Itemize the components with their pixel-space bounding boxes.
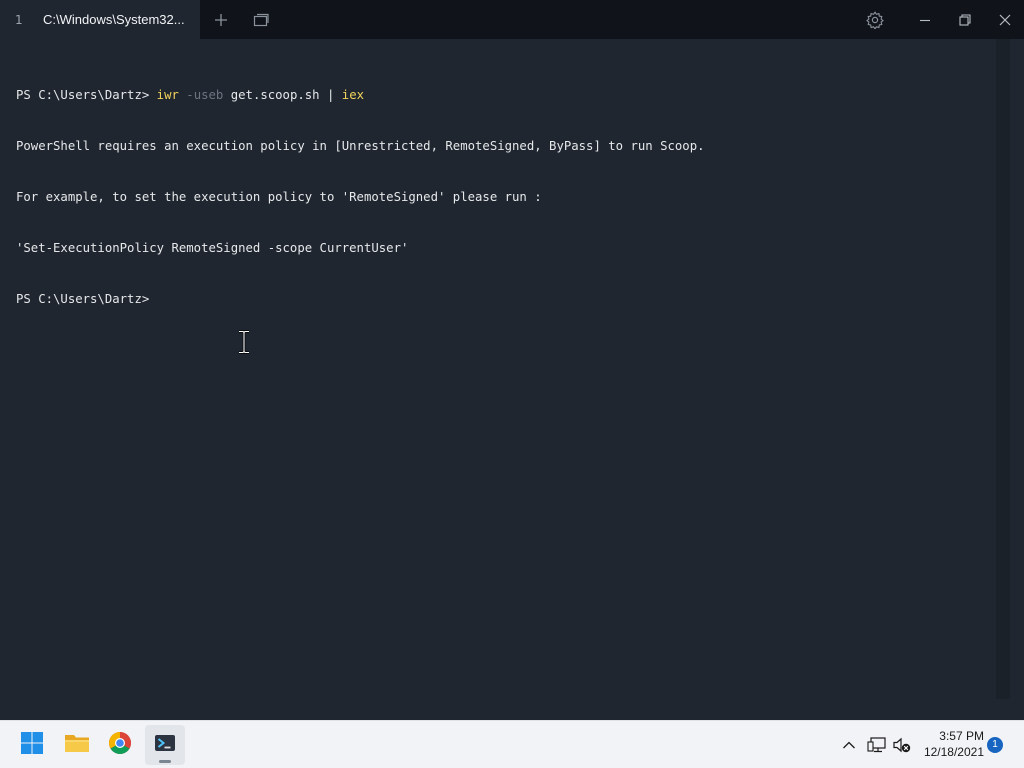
- notification-badge[interactable]: 1: [987, 737, 1003, 753]
- active-indicator: [159, 760, 171, 763]
- file-explorer-icon: [64, 731, 90, 759]
- argument-token: get.scoop.sh |: [230, 88, 342, 102]
- terminal-icon: [154, 733, 176, 757]
- tab-title: C:\Windows\System32...: [43, 12, 185, 27]
- terminal-output[interactable]: PS C:\Users\Dartz> iwr -useb get.scoop.s…: [0, 39, 996, 720]
- text-cursor-icon: [237, 330, 251, 358]
- terminal-line: 'Set-ExecutionPolicy RemoteSigned -scope…: [16, 241, 409, 255]
- tab-powershell[interactable]: 1 C:\Windows\System32...: [0, 0, 200, 39]
- close-icon[interactable]: [992, 0, 1018, 39]
- file-explorer-button[interactable]: [57, 725, 97, 765]
- parameter-token: -useb: [186, 88, 224, 102]
- plus-icon[interactable]: [208, 0, 234, 39]
- system-clock[interactable]: 3:57 PM 12/18/2021: [920, 728, 984, 760]
- chrome-icon: [108, 731, 132, 759]
- terminal-scrollbar[interactable]: [996, 39, 1010, 699]
- restore-icon[interactable]: [952, 0, 978, 39]
- terminal-line: For example, to set the execution policy…: [16, 190, 542, 204]
- command-token: iwr: [156, 88, 179, 102]
- gear-icon[interactable]: [862, 0, 888, 39]
- terminal-prompt-line: PS C:\Users\Dartz>: [16, 292, 150, 306]
- terminal-taskbar-button[interactable]: [145, 725, 185, 765]
- start-icon: [20, 731, 44, 759]
- minimize-icon[interactable]: [912, 0, 938, 39]
- pipe-command-token: iex: [341, 88, 365, 102]
- clock-date: 12/18/2021: [923, 745, 984, 759]
- title-bar: 1 C:\Windows\System32...: [0, 0, 1024, 39]
- terminal-window: 1 C:\Windows\System32... PS C:\Users\Dar…: [0, 0, 1024, 720]
- network-icon[interactable]: [866, 733, 888, 757]
- tab-index: 1: [15, 12, 23, 27]
- taskbar: 3:57 PM 12/18/2021 1: [0, 720, 1024, 768]
- volume-muted-icon[interactable]: [891, 733, 913, 757]
- start-button[interactable]: [12, 725, 52, 765]
- chrome-button[interactable]: [100, 725, 140, 765]
- terminal-line: PS C:\Users\Dartz> iwr -useb get.scoop.s…: [16, 87, 996, 104]
- terminal-line: PowerShell requires an execution policy …: [16, 139, 705, 153]
- clock-time: 3:57 PM: [939, 729, 984, 743]
- prompt-text: PS C:\Users\Dartz>: [16, 88, 157, 102]
- tab-switcher-icon[interactable]: [248, 0, 274, 39]
- chevron-up-icon[interactable]: [838, 733, 860, 757]
